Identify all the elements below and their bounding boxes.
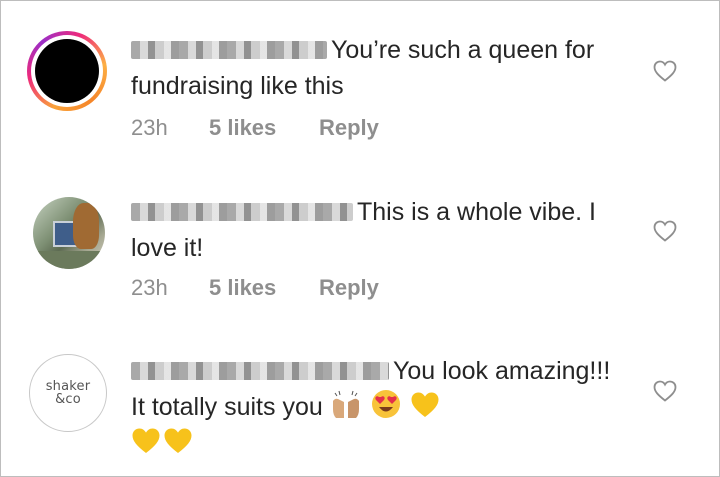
comments-panel: You’re such a queen for fundraising like… <box>0 0 720 477</box>
like-heart-icon[interactable] <box>653 60 677 82</box>
raising-hands-emoji <box>332 390 359 418</box>
reply-button[interactable]: Reply <box>319 275 379 301</box>
blurred-username[interactable] <box>131 362 389 380</box>
comment-text: You look amazing!!! It totally suits you <box>131 353 621 461</box>
reply-button[interactable]: Reply <box>319 115 379 141</box>
heart-eyes-emoji <box>371 390 400 418</box>
comment-meta: 23h 5 likes Reply <box>131 115 379 141</box>
comment-meta: 23h 5 likes Reply <box>131 275 379 301</box>
like-heart-icon[interactable] <box>653 380 677 402</box>
comment-timestamp: 23h <box>131 275 168 300</box>
yellow-heart-emoji <box>411 392 439 417</box>
blurred-username[interactable] <box>131 203 353 221</box>
like-heart-icon[interactable] <box>653 220 677 242</box>
avatar-image <box>35 39 99 103</box>
user-avatar[interactable] <box>33 197 105 269</box>
avatar-logo-text: &co <box>55 392 81 407</box>
yellow-heart-emoji <box>164 428 192 453</box>
user-avatar[interactable] <box>27 31 107 111</box>
comment-text: This is a whole vibe. I love it! <box>131 194 631 266</box>
comment-timestamp: 23h <box>131 115 168 140</box>
blurred-username[interactable] <box>131 41 327 59</box>
yellow-heart-emoji <box>132 428 160 453</box>
comment-likes-link[interactable]: 5 likes <box>209 115 319 141</box>
user-avatar[interactable]: shaker &co <box>29 354 107 432</box>
comment-likes-link[interactable]: 5 likes <box>209 275 319 301</box>
comment-text: You’re such a queen for fundraising like… <box>131 32 631 104</box>
